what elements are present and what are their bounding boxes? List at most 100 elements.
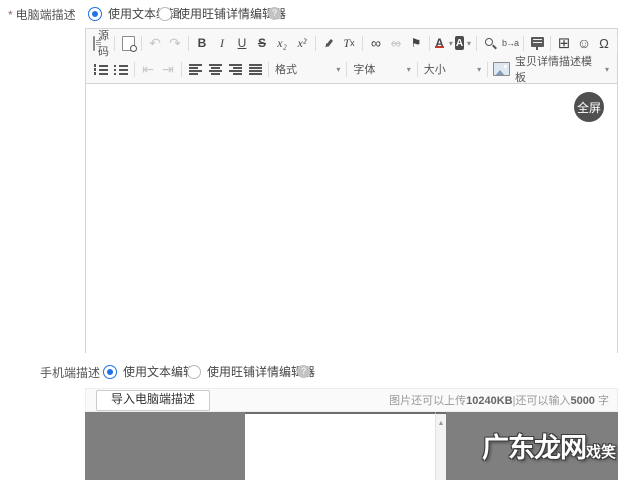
bold-icon: B [198,36,207,50]
superscript-icon: x² [298,36,307,51]
radio-unselected-icon [158,7,172,21]
bullet-list-icon [114,64,128,75]
toolbar-separator [617,36,618,51]
required-mark: * [8,8,13,22]
underline-button[interactable]: U [232,33,252,53]
canvas-scrollbar[interactable]: ▲ [435,412,446,480]
align-left-button[interactable] [185,59,205,79]
radio-selected-icon [88,7,102,21]
replace-button[interactable]: b→a [500,33,520,53]
text-color-button[interactable]: A▾ [433,33,453,53]
mobile-preview-area: ▲ 广东龙网戏笑 [85,412,618,480]
preview-button[interactable] [118,33,138,53]
strikethrough-button[interactable]: S [252,33,272,53]
align-right-button[interactable] [225,59,245,79]
template-dropdown[interactable]: 宝贝详情描述模板▾ [512,53,612,85]
watermark-sub-text: 戏笑 [586,444,616,461]
toolbar-separator [476,36,477,51]
indent-icon: ⇥ [162,61,174,78]
toolbar-separator [268,62,269,77]
editor-content-area[interactable]: 全屏 [86,84,617,355]
insert-image-button[interactable] [491,59,512,79]
bold-button[interactable]: B [192,33,212,53]
redo-button[interactable]: ↷ [165,33,185,53]
pc-description-label: 电脑端描述 [16,8,76,22]
underline-icon: U [238,36,247,50]
mobile-radio-wangpu-editor[interactable]: 使用旺铺详情编辑器 [187,364,315,380]
special-char-button[interactable]: Ω [594,33,614,53]
help-icon[interactable]: ? [268,7,281,20]
align-justify-button[interactable] [245,59,265,79]
undo-icon: ↶ [149,35,161,52]
superscript-button[interactable]: x² [292,33,312,53]
toolbar-separator [362,36,363,51]
remove-format-icon: T [343,36,350,51]
search-icon [484,37,497,50]
toolbar-separator [181,62,182,77]
mobile-radio-text-edit[interactable]: 使用文本编辑 [103,364,195,380]
mobile-editor-canvas[interactable] [245,412,435,480]
toolbar-separator [134,62,135,77]
help-icon[interactable]: ? [297,365,310,378]
link-icon: ∞ [371,35,381,51]
preview-icon [122,36,135,51]
toolbar-separator [417,62,418,77]
insert-table-button[interactable]: ⊞ [554,33,574,53]
page-break-icon [531,37,544,47]
preview-gray-right-panel: 广东龙网戏笑 [446,412,618,480]
smiley-button[interactable]: ☺ [574,33,594,53]
chars-remaining: 5000 [570,395,594,407]
text-color-icon: A [433,36,446,50]
upload-limit-hint: 图片还可以上传10240KB|还可以输入5000 字 [389,392,609,408]
toolbar-separator [346,62,347,77]
redo-icon: ↷ [169,35,181,52]
anchor-button[interactable]: ⚑ [406,33,426,53]
italic-button[interactable]: I [212,33,232,53]
source-code-button[interactable]: 源码 [91,33,111,53]
outdent-icon: ⇤ [142,61,154,78]
align-justify-icon [249,64,262,75]
preview-gray-left-panel [85,412,245,480]
source-code-icon [93,36,95,51]
indent-button[interactable]: ⇥ [158,59,178,79]
undo-button[interactable]: ↶ [145,33,165,53]
align-center-icon [209,64,222,75]
chevron-down-icon: ▾ [477,65,481,74]
radio-unselected-icon [187,365,201,379]
format-painter-button[interactable] [319,33,339,53]
import-pc-description-button[interactable]: 导入电脑端描述 [96,390,210,411]
watermark-main-text: 广东龙网 [482,433,586,463]
toolbar-separator [188,36,189,51]
omega-icon: Ω [599,36,609,51]
pc-description-editor: 源码 ↶ ↷ B I U S x₂ x² Tx ∞ ∞ ⚑ A▾ A▾ b→a [85,28,618,353]
unlink-icon: ∞ [391,35,401,51]
pc-radio-wangpu-editor[interactable]: 使用旺铺详情编辑器 [158,6,286,22]
radio-selected-icon [103,365,117,379]
outdent-button[interactable]: ⇤ [138,59,158,79]
font-dropdown[interactable]: 字体▾ [350,61,413,77]
toolbar-separator [429,36,430,51]
ordered-list-button[interactable] [91,59,111,79]
ordered-list-icon [94,64,108,75]
toolbar-separator [523,36,524,51]
smiley-icon: ☺ [577,35,591,51]
bullet-list-button[interactable] [111,59,131,79]
remove-format-button[interactable]: Tx [339,33,359,53]
align-center-button[interactable] [205,59,225,79]
chevron-down-icon: ▾ [467,39,471,48]
unlink-button[interactable]: ∞ [386,33,406,53]
page-break-button[interactable] [527,33,547,53]
scroll-up-icon: ▲ [438,420,445,427]
find-button[interactable] [480,33,500,53]
watermark: 广东龙网戏笑 [482,426,616,465]
subscript-button[interactable]: x₂ [272,33,292,53]
link-button[interactable]: ∞ [366,33,386,53]
toolbar-row-2: ⇤ ⇥ 格式▾ 字体▾ 大小▾ 宝贝详情描述模板▾ [91,56,612,82]
editor-toolbar: 源码 ↶ ↷ B I U S x₂ x² Tx ∞ ∞ ⚑ A▾ A▾ b→a [86,29,617,84]
italic-icon: I [220,36,224,51]
size-dropdown[interactable]: 大小▾ [421,61,484,77]
kb-remaining: 10240KB [466,395,512,407]
fullscreen-button[interactable]: 全屏 [574,92,604,122]
format-dropdown[interactable]: 格式▾ [272,61,343,77]
background-color-button[interactable]: A▾ [453,33,473,53]
